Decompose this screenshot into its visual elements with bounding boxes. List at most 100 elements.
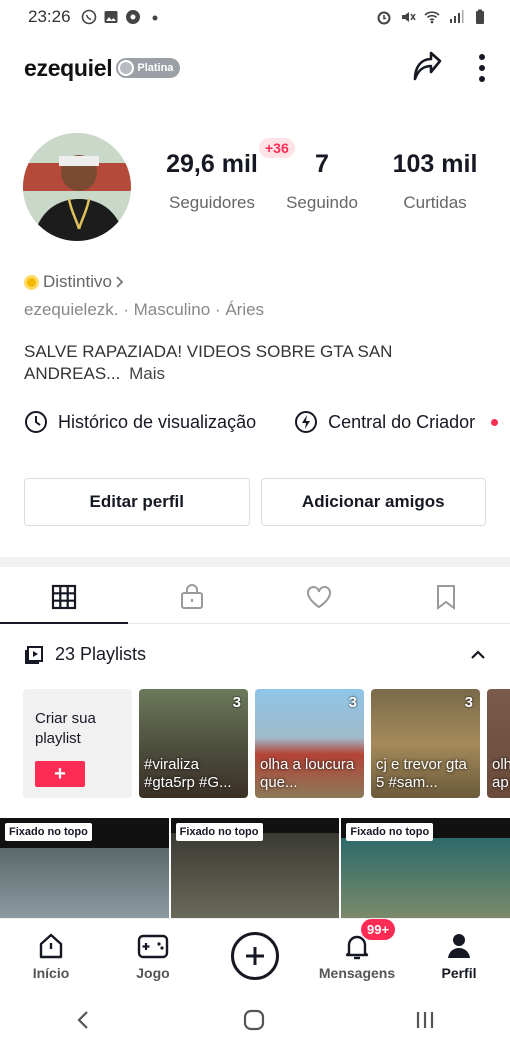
add-friends-button[interactable]: Adicionar amigos [260, 478, 486, 526]
likes-count: 103 mil [392, 150, 478, 178]
profile-buttons: Editar perfil Adicionar amigos [24, 478, 486, 526]
likes-label: Curtidas [403, 193, 467, 212]
playlist-card[interactable]: 3 cj e trevor gta 5 #sam... [371, 689, 480, 798]
more-options-icon[interactable] [478, 53, 486, 83]
nav-game[interactable]: Jogo [102, 919, 204, 992]
chevron-right-icon [116, 276, 124, 288]
nav-profile[interactable]: Perfil [408, 919, 510, 992]
create-button[interactable] [231, 931, 279, 980]
pinned-label: Fixado no topo [175, 823, 263, 841]
rank-badge-icon [118, 60, 135, 76]
playlist-title: olh ap [492, 756, 510, 791]
video-thumbnail[interactable]: Fixado no topo [170, 818, 340, 918]
edit-profile-button[interactable]: Editar perfil [24, 478, 250, 526]
lightning-icon [295, 411, 318, 433]
tab-saved[interactable] [383, 570, 510, 623]
plus-icon [246, 946, 264, 965]
profile-bio: SALVE RAPAZIADA! VIDEOS SOBRE GTA SAN AN… [24, 341, 444, 385]
playlist-title: olha a loucura que... [260, 756, 355, 791]
playlist-card[interactable]: 3 olha a loucura que... [255, 689, 364, 798]
playlists-row: Criar sua playlist + 3 #viraliza #gta5rp… [23, 689, 510, 798]
watch-history-link[interactable]: Histórico de visualização [24, 410, 256, 434]
badge-link[interactable]: Distintivo [24, 272, 126, 292]
meta-separator: · [123, 300, 134, 319]
battery-icon [476, 9, 484, 24]
playlist-card[interactable]: olh ap [487, 689, 510, 798]
video-thumbnail[interactable]: Fixado no topo [341, 818, 510, 918]
gamepad-icon [137, 934, 169, 958]
content-tabs [0, 570, 510, 624]
bio-text: SALVE RAPAZIADA! VIDEOS SOBRE GTA SAN AN… [24, 342, 393, 383]
nav-profile-label: Perfil [441, 964, 477, 981]
following-stat[interactable]: 7 Seguindo [274, 150, 370, 213]
home-icon [39, 933, 63, 958]
username: ezequiel [24, 54, 113, 81]
chevron-up-icon[interactable] [470, 649, 486, 661]
playlist-card[interactable]: 3 #viraliza #gta5rp #G... [139, 689, 248, 798]
dot-icon [152, 15, 158, 21]
likes-stat[interactable]: 103 mil Curtidas [370, 150, 500, 213]
nav-messages[interactable]: 99+ Mensagens [306, 919, 408, 992]
lock-icon [180, 583, 203, 609]
share-icon[interactable] [410, 51, 444, 85]
create-playlist-button[interactable]: + [35, 761, 85, 787]
followers-label: Seguidores [168, 193, 255, 212]
recents-icon[interactable] [414, 1009, 436, 1031]
profile-links: Histórico de visualização Central do Cri… [24, 410, 510, 434]
bottom-navigation: Início Jogo 99+ Mensagens Perfil [0, 918, 510, 992]
profile-sign: Áries [225, 300, 265, 319]
playlist-icon [25, 645, 43, 664]
home-circle-icon[interactable] [242, 1008, 266, 1032]
video-thumbnail[interactable]: Fixado no topo [0, 818, 169, 918]
profile-meta: ezequielezk. · Masculino · Áries [24, 300, 264, 320]
tab-liked[interactable] [255, 570, 382, 623]
bio-more-link[interactable]: Mais [129, 364, 165, 383]
nav-create[interactable] [204, 919, 306, 992]
playlist-video-count: 3 [464, 694, 473, 711]
status-bar: 23:26 [0, 0, 510, 34]
profile-gender: Masculino [133, 300, 211, 319]
badge-link-label: Distintivo [43, 272, 112, 291]
playlist-title: #viraliza #gta5rp #G... [144, 756, 232, 791]
clock-icon [25, 411, 47, 433]
create-playlist-card[interactable]: Criar sua playlist + [23, 689, 132, 798]
nav-home-label: Início [32, 964, 70, 981]
whatsapp-icon [81, 9, 96, 25]
playlist-title: cj e trevor gta 5 #sam... [376, 756, 467, 791]
signal-icon [450, 10, 464, 23]
playlist-video-count: 3 [348, 694, 357, 711]
alarm-icon [377, 11, 391, 25]
tab-videos[interactable] [0, 570, 128, 624]
playlist-video-count: 3 [232, 694, 241, 711]
creator-center-label: Central do Criador [328, 411, 476, 432]
followers-stat[interactable]: 29,6 mil Seguidores [150, 150, 274, 213]
section-divider [0, 557, 510, 567]
meta-separator: · [214, 300, 226, 319]
back-icon[interactable] [74, 1009, 94, 1031]
creator-center-link[interactable]: Central do Criador [294, 410, 499, 434]
rank-badge[interactable]: Platina [116, 58, 181, 78]
following-label: Seguindo [286, 193, 358, 212]
coin-icon [24, 274, 39, 290]
create-playlist-label: Criar sua playlist [35, 710, 96, 747]
grid-icon [51, 584, 77, 609]
wifi-icon [424, 11, 440, 24]
pinned-label: Fixado no topo [346, 823, 434, 841]
following-count: 7 [315, 150, 329, 178]
profile-handle: ezequielezk. [24, 300, 119, 319]
notification-dot [491, 418, 499, 426]
gallery-icon [104, 11, 118, 23]
mute-icon [402, 12, 416, 22]
ball-icon [125, 10, 140, 24]
rank-badge-label: Platina [137, 62, 174, 74]
tab-private[interactable] [128, 570, 255, 623]
followers-count: 29,6 mil [166, 150, 258, 178]
profile-stats: 29,6 mil Seguidores 7 Seguindo 103 mil C… [150, 150, 500, 213]
profile-icon [448, 933, 470, 958]
avatar[interactable] [23, 133, 131, 241]
nav-game-label: Jogo [136, 964, 170, 981]
messages-badge: 99+ [361, 919, 396, 940]
nav-home[interactable]: Início [0, 919, 102, 992]
playlists-header[interactable]: 23 Playlists [24, 644, 486, 665]
nav-messages-label: Mensagens [318, 964, 396, 981]
